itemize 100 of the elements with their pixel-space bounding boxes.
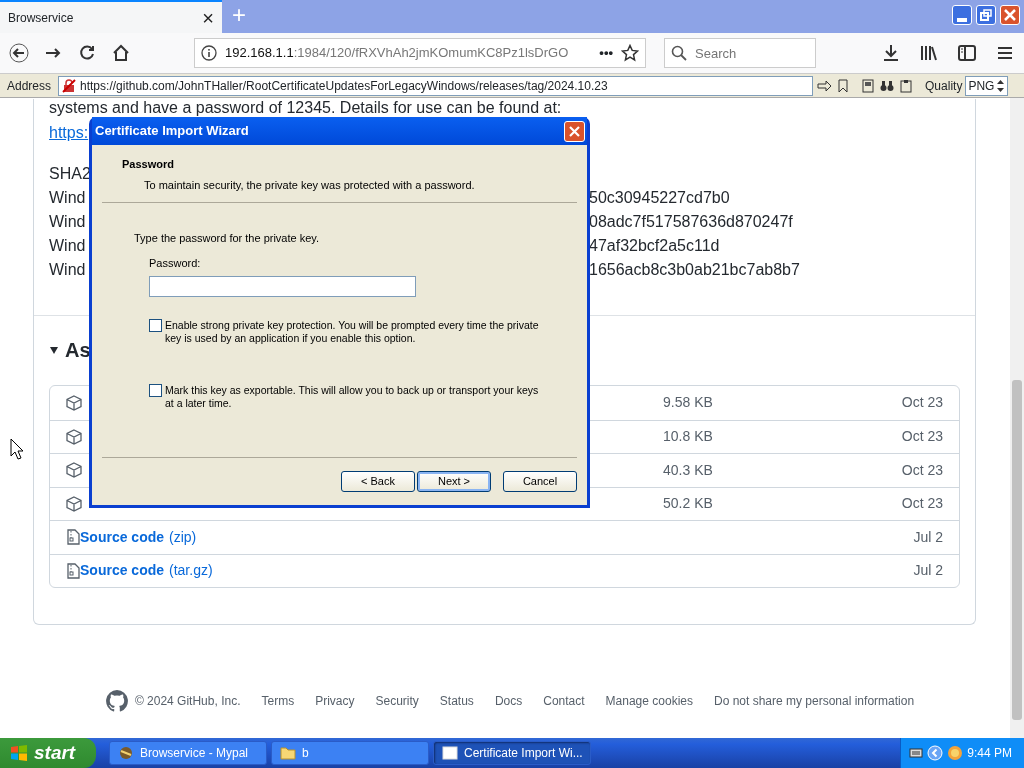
- clock-text: 9:44 PM: [967, 745, 1012, 762]
- hash-text: 47af32bcf2a5c11d: [589, 236, 720, 256]
- package-icon: [66, 495, 82, 512]
- section-heading: As: [65, 338, 91, 363]
- footer-link[interactable]: Manage cookies: [605, 692, 693, 710]
- url-text: 192.168.1.1: [225, 45, 294, 61]
- github-logo[interactable]: [104, 689, 129, 713]
- checkbox-label: Mark this key as exportable. This will allow you to back up or transport your keys at a later time.: [165, 384, 539, 410]
- asset-date: Oct 23: [900, 393, 943, 413]
- close-icon: [1004, 9, 1016, 21]
- hash-text: 1656acb8c3b0ab21bc7ab8b7: [589, 260, 800, 280]
- clipboard-icon[interactable]: [898, 77, 915, 94]
- wizard-button[interactable]: Next >: [417, 471, 491, 492]
- file-zip-icon: [66, 562, 80, 579]
- info-icon[interactable]: [201, 45, 217, 61]
- footer-link[interactable]: Do not share my personal information: [713, 692, 915, 710]
- search-field[interactable]: Search: [664, 38, 816, 68]
- app-icon: [118, 745, 134, 761]
- quality-label: Quality: [925, 77, 963, 95]
- file-size: 9.58 KB: [663, 393, 714, 413]
- paragraph-text: systems and have a password of 12345. Details for use can be found at:: [49, 99, 562, 116]
- hash-text: 08adc7f517587636d870247f: [589, 212, 793, 232]
- hash-label: Wind: [49, 189, 86, 206]
- sidebar-button[interactable]: [957, 43, 977, 63]
- hash-text: 50c30945227cd7b0: [589, 188, 730, 208]
- more-button[interactable]: •••: [599, 43, 613, 63]
- password-field[interactable]: [149, 276, 416, 297]
- footer-link[interactable]: Contact: [543, 692, 585, 710]
- library-button[interactable]: [919, 43, 939, 63]
- back-button[interactable]: [9, 43, 29, 63]
- hash-label: Wind: [49, 261, 86, 278]
- checkbox-label: Enable strong private key protection. You will be prompted every time the private key is used by an application if you enable this option.: [165, 319, 539, 345]
- keyboard-icon: [909, 747, 923, 759]
- prompt-text: Type the password for the private key.: [134, 232, 320, 244]
- quality-select[interactable]: PNG: [965, 75, 1009, 96]
- file-size: 50.2 KB: [663, 494, 714, 514]
- restore-button[interactable]: [976, 5, 996, 25]
- taskbar-button[interactable]: Certificate Import Wi...: [433, 741, 591, 765]
- wizard-heading: Password: [122, 158, 174, 170]
- caret-icon[interactable]: [49, 345, 59, 355]
- home-button[interactable]: [111, 43, 131, 63]
- asset-date: Jul 2: [912, 527, 943, 547]
- close-button[interactable]: [1000, 5, 1020, 25]
- paragraph-text: SHA2: [49, 164, 91, 184]
- globe-icon: [947, 745, 963, 761]
- copyright-text: © 2024 GitHub, Inc.: [134, 693, 241, 710]
- scrollbar-thumb[interactable]: [1012, 380, 1022, 720]
- wizard-button[interactable]: Cancel: [503, 471, 577, 492]
- field-label: Password:: [149, 256, 201, 269]
- url-field[interactable]: 192.168.1.1:1984/120/fRXVhAh2jmKOmumKC8Pz1lsDrGO •••: [194, 38, 646, 68]
- taskbar-button[interactable]: Browservice - Mypal: [109, 741, 267, 765]
- tab-close-button[interactable]: ×: [202, 7, 214, 28]
- package-icon: [66, 462, 82, 479]
- close-button[interactable]: [564, 120, 585, 142]
- checkbox[interactable]: [149, 319, 162, 332]
- dialog-title: Certificate Import Wizard: [95, 122, 249, 141]
- chevron-icon[interactable]: [927, 745, 943, 761]
- folder-icon: [280, 746, 296, 760]
- hash-label: Wind: [49, 237, 86, 254]
- download-button[interactable]: [881, 43, 901, 63]
- footer-link[interactable]: Terms: [261, 692, 295, 710]
- package-icon: [66, 428, 82, 445]
- hash-label: Wind: [49, 213, 86, 230]
- asset-link[interactable]: Source code (zip): [80, 526, 197, 548]
- footer-link[interactable]: Privacy: [315, 692, 355, 710]
- address-label: Address: [6, 77, 53, 95]
- page-icon[interactable]: [860, 77, 877, 94]
- wizard-subheading: To maintain security, the private key was protected with a password.: [144, 178, 475, 191]
- wizard-button[interactable]: < Back: [341, 471, 415, 492]
- asset-date: Oct 23: [900, 460, 943, 480]
- footer-link[interactable]: Security: [375, 692, 419, 710]
- asset-date: Oct 23: [900, 494, 943, 514]
- star-icon[interactable]: [621, 44, 639, 62]
- footer-link[interactable]: Status: [439, 692, 474, 710]
- restore-icon: [980, 9, 992, 21]
- checkbox[interactable]: [149, 384, 162, 397]
- file-size: 10.8 KB: [663, 427, 714, 447]
- address-field[interactable]: https://github.com/JohnTHaller/RootCertificateUpdatesForLegacyWindows/releases/tag/2024.10.23: [58, 75, 814, 96]
- spinner-icon: [996, 77, 1006, 94]
- asset-date: Jul 2: [912, 561, 943, 581]
- asset-link[interactable]: Source code (tar.gz): [80, 560, 213, 582]
- url-text: :1984/120/fRXVhAh2jmKOmumKC8Pz1lsDrGO: [293, 45, 569, 61]
- reload-button[interactable]: [77, 43, 97, 63]
- asset-date: Oct 23: [900, 427, 943, 447]
- broken-lock-icon: [62, 78, 77, 93]
- scrollbar[interactable]: [1010, 98, 1024, 738]
- file-size: 40.3 KB: [663, 460, 714, 480]
- file-zip-icon: [66, 529, 80, 546]
- link[interactable]: https:: [49, 124, 89, 141]
- start-button[interactable]: start: [0, 738, 96, 768]
- package-icon: [66, 394, 82, 411]
- close-icon: [568, 124, 581, 138]
- window-icon: [442, 746, 458, 760]
- minimize-button[interactable]: [952, 5, 972, 25]
- mouse-pointer-icon: [10, 438, 24, 460]
- browser-tab[interactable]: Browservice ×: [0, 0, 222, 33]
- minimize-icon: [957, 17, 967, 22]
- taskbar-button[interactable]: b: [271, 741, 429, 765]
- windows-logo: [10, 744, 28, 762]
- footer-link[interactable]: Docs: [494, 692, 523, 710]
